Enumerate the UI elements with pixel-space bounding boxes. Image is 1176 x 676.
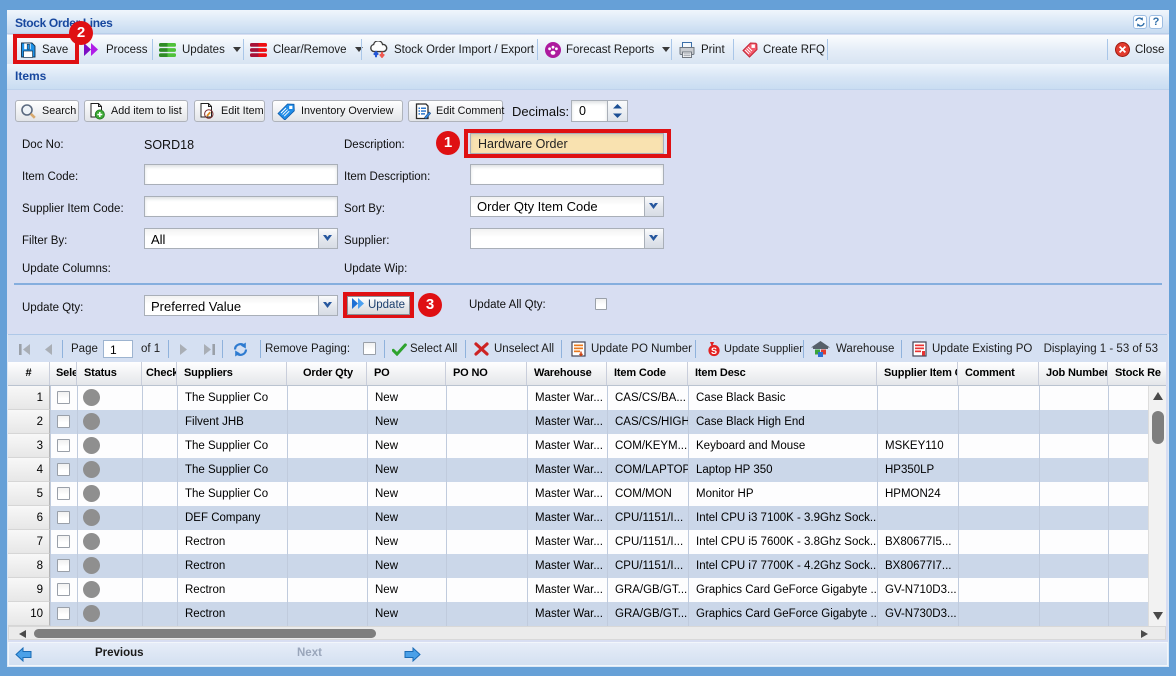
svg-text:S: S [711,346,717,356]
